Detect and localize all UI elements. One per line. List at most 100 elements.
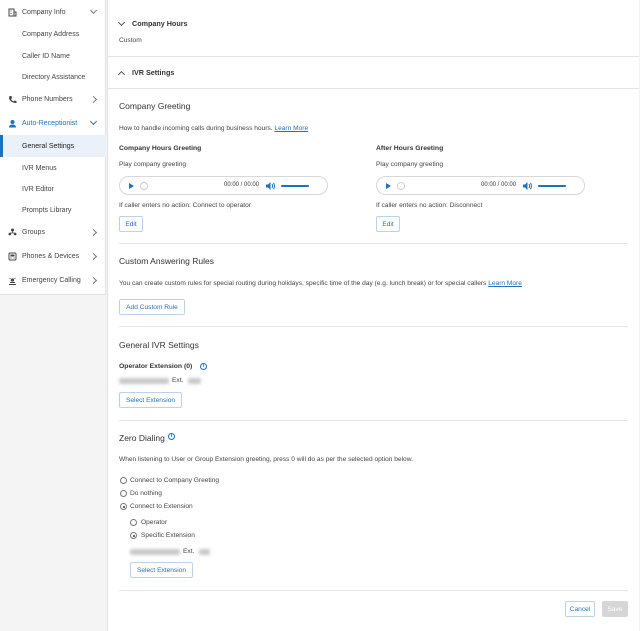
play-icon[interactable]	[129, 183, 134, 189]
option-connect-company-greeting[interactable]: Connect to Company Greeting	[130, 477, 219, 484]
divider	[119, 243, 628, 244]
sidebar-item-ivr-menus[interactable]: IVR Menus	[0, 157, 106, 179]
radio-specific-extension[interactable]	[130, 532, 137, 539]
ivr-settings-header[interactable]: IVR Settings	[117, 68, 175, 78]
operator-select-extension-button[interactable]: Select Extension	[119, 392, 182, 408]
ivr-settings-title: IVR Settings	[132, 68, 175, 77]
sidebar-item-phone-numbers[interactable]: Phone Numbers	[0, 88, 106, 110]
operator-ext-label: Ext.	[172, 377, 184, 384]
redacted-extension-name	[119, 378, 169, 384]
chevron-right-icon	[89, 276, 98, 284]
zero-dialing-title: Zero Dialing	[119, 433, 165, 443]
user-icon	[8, 119, 17, 128]
greeting-description-text: How to handle incoming calls during busi…	[119, 125, 273, 132]
after-hours-play-label: Play company greeting	[376, 161, 444, 168]
sidebar-item-label: Company Address	[22, 30, 80, 38]
option-do-nothing[interactable]: Do nothing	[130, 490, 162, 497]
add-custom-rule-button[interactable]: Add Custom Rule	[119, 299, 185, 315]
info-icon[interactable]: i	[168, 433, 175, 440]
learn-more-link[interactable]: Learn More	[488, 280, 522, 287]
sidebar-item-label: IVR Menus	[22, 164, 57, 172]
company-hours-audio-player: 00:00 / 00:00	[119, 176, 328, 195]
radio-connect-company-greeting[interactable]	[120, 477, 127, 484]
company-hours-title: Company Hours	[132, 19, 188, 28]
sidebar-item-label: Prompts Library	[22, 206, 72, 214]
sidebar-item-label: General Settings	[22, 142, 75, 150]
seek-slider[interactable]	[140, 182, 148, 190]
audio-time: 00:00 / 00:00	[224, 182, 260, 188]
sidebar-item-company-address[interactable]: Company Address	[0, 23, 106, 45]
play-icon[interactable]	[386, 183, 391, 189]
radio-do-nothing[interactable]	[120, 490, 127, 497]
main-panel: Company Hours Custom IVR Settings Compan…	[107, 0, 639, 631]
option-connect-extension[interactable]: Connect to Extension	[130, 503, 193, 510]
after-hours-no-action: If caller enters no action: Disconnect	[376, 202, 483, 209]
sidebar-item-prompts-library[interactable]: Prompts Library	[0, 199, 106, 221]
company-hours-edit-button[interactable]: Edit	[119, 216, 143, 232]
radio-connect-extension[interactable]	[120, 503, 127, 510]
sidebar-item-label: Emergency Calling	[22, 276, 81, 284]
redacted-extension-number	[188, 378, 201, 384]
seek-slider[interactable]	[397, 182, 405, 190]
company-greeting-description: How to handle incoming calls during busi…	[119, 125, 308, 132]
custom-rules-description: You can create custom rules for special …	[119, 280, 522, 287]
cancel-button[interactable]: Cancel	[565, 601, 595, 617]
after-hours-greeting-title: After Hours Greeting	[376, 145, 444, 152]
redacted-extension-name	[130, 549, 180, 555]
volume-slider[interactable]	[538, 185, 566, 187]
divider	[119, 420, 628, 421]
volume-icon[interactable]	[265, 181, 276, 191]
redacted-extension-number	[199, 549, 210, 555]
save-button[interactable]: Save	[602, 601, 628, 617]
sidebar-item-label: Company Info	[22, 8, 66, 16]
company-hours-no-action: If caller enters no action: Connect to o…	[119, 202, 251, 209]
custom-rules-title: Custom Answering Rules	[119, 256, 214, 266]
after-hours-edit-button[interactable]: Edit	[376, 216, 400, 232]
sidebar-item-general-settings[interactable]: General Settings	[0, 135, 106, 157]
sidebar-item-label: IVR Editor	[22, 185, 54, 193]
sidebar-item-phones-devices[interactable]: Phones & Devices	[0, 245, 106, 267]
custom-rules-text: You can create custom rules for special …	[119, 280, 487, 287]
sidebar: Company Info Company Address Caller ID N…	[0, 0, 106, 295]
general-ivr-title: General IVR Settings	[119, 340, 199, 350]
info-icon[interactable]: i	[200, 363, 207, 370]
emergency-icon	[8, 276, 17, 285]
chevron-down-icon	[117, 18, 126, 26]
phone-icon	[8, 95, 17, 104]
company-hours-greeting-title: Company Hours Greeting	[119, 145, 202, 152]
sidebar-item-auto-receptionist[interactable]: Auto-Receptionist	[0, 112, 106, 134]
chevron-right-icon	[89, 95, 98, 103]
option-operator[interactable]: Operator	[141, 519, 167, 526]
zero-select-extension-button[interactable]: Select Extension	[130, 562, 193, 578]
sidebar-item-label: Phone Numbers	[22, 95, 73, 103]
group-icon	[8, 228, 17, 237]
sidebar-item-ivr-editor[interactable]: IVR Editor	[0, 178, 106, 200]
chevron-right-icon	[89, 252, 98, 260]
learn-more-link[interactable]: Learn More	[274, 125, 308, 132]
audio-time: 00:00 / 00:00	[481, 182, 517, 188]
divider	[108, 56, 639, 57]
chevron-down-icon	[89, 117, 98, 126]
sidebar-item-label: Caller ID Name	[22, 52, 70, 60]
after-hours-audio-player: 00:00 / 00:00	[376, 176, 585, 195]
building-icon	[8, 8, 17, 17]
sidebar-item-groups[interactable]: Groups	[0, 221, 106, 243]
sidebar-item-emergency-calling[interactable]: Emergency Calling	[0, 269, 106, 291]
company-hours-play-label: Play company greeting	[119, 161, 187, 168]
company-hours-header[interactable]: Company Hours	[117, 18, 188, 28]
chevron-up-icon	[117, 70, 126, 78]
sidebar-item-caller-id-name[interactable]: Caller ID Name	[0, 45, 106, 67]
company-hours-value: Custom	[119, 37, 142, 44]
sidebar-item-label: Phones & Devices	[22, 252, 80, 260]
zero-dialing-description: When listening to User or Group Extensio…	[119, 456, 413, 463]
radio-operator[interactable]	[130, 519, 137, 526]
volume-slider[interactable]	[281, 185, 309, 187]
sidebar-item-label: Groups	[22, 228, 45, 236]
volume-icon[interactable]	[522, 181, 533, 191]
sidebar-item-label: Auto-Receptionist	[22, 119, 78, 127]
sidebar-item-label: Directory Assistance	[22, 73, 86, 81]
option-specific-extension[interactable]: Specific Extension	[141, 532, 195, 539]
company-greeting-title: Company Greeting	[119, 101, 191, 111]
sidebar-item-company-info[interactable]: Company Info	[0, 1, 106, 23]
sidebar-item-directory-assistance[interactable]: Directory Assistance	[0, 66, 106, 88]
